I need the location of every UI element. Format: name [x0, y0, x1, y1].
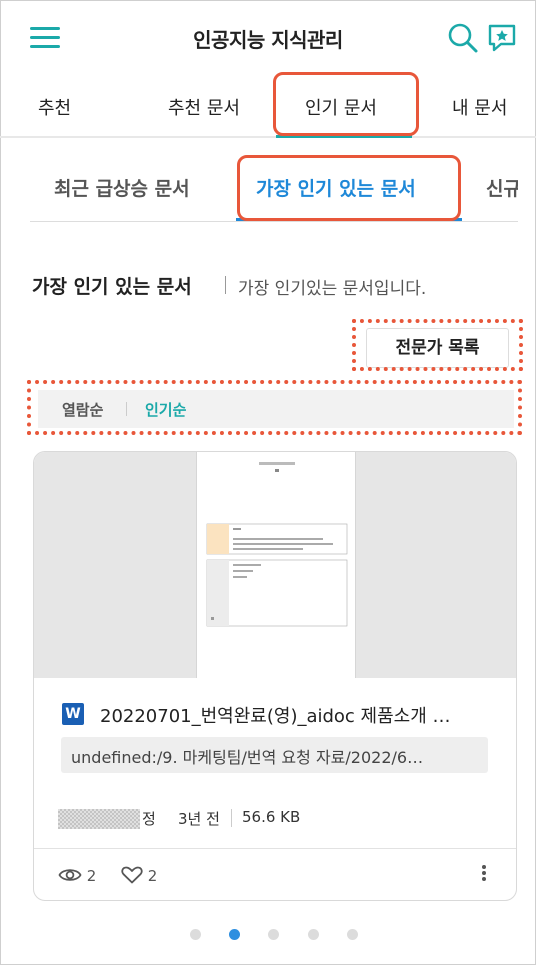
- page-dot-4[interactable]: [308, 929, 319, 940]
- section-description: 가장 인기있는 문서입니다.: [238, 279, 427, 299]
- document-page-preview: [196, 452, 356, 678]
- author-name-suffix: 정: [142, 810, 156, 828]
- search-icon[interactable]: [447, 22, 479, 54]
- page-dot-5[interactable]: [347, 929, 358, 940]
- tab-my-docs[interactable]: 내 문서: [452, 94, 507, 120]
- tab-recommended-docs[interactable]: 추천 문서: [168, 94, 240, 120]
- document-size: 56.6 KB: [242, 808, 301, 826]
- page-dot-1[interactable]: [190, 929, 201, 940]
- meta-divider: [231, 809, 232, 827]
- document-time: 3년 전: [178, 810, 220, 828]
- subtab-new-docs[interactable]: 신규: [486, 174, 518, 201]
- heart-icon: [121, 866, 143, 884]
- like-count-value: 2: [147, 867, 158, 885]
- highlight-most-popular-subtab: [237, 155, 461, 221]
- highlight-expert-button: [352, 319, 523, 371]
- more-options-icon[interactable]: [478, 863, 490, 887]
- app-header: 인공지능 지식관리: [0, 0, 536, 78]
- main-tab-bar: 추천 추천 문서 인기 문서 내 문서: [0, 80, 536, 138]
- eye-icon: [58, 869, 82, 881]
- page-dot-3[interactable]: [268, 929, 279, 940]
- document-title[interactable]: 20220701_번역완료(영)_aidoc 제품소개 …: [100, 702, 500, 728]
- view-count: 2: [58, 866, 96, 885]
- view-count-value: 2: [86, 867, 97, 885]
- highlight-popular-tab: [273, 72, 419, 136]
- subtab-rising-docs[interactable]: 최근 급상승 문서: [54, 174, 190, 201]
- tab-recommend[interactable]: 추천: [38, 94, 71, 120]
- card-footer: 2 2: [34, 848, 516, 900]
- document-card[interactable]: W 20220701_번역완료(영)_aidoc 제품소개 … undefine…: [33, 451, 517, 901]
- like-count[interactable]: 2: [121, 866, 157, 885]
- page-dot-2[interactable]: [229, 929, 240, 940]
- author-name-masked: [58, 809, 140, 829]
- highlight-sort-bar: [27, 380, 522, 435]
- document-thumbnail: [34, 452, 516, 678]
- word-file-icon: W: [62, 703, 84, 725]
- section-divider: [225, 276, 226, 294]
- document-path: undefined:/9. 마케팅팀/번역 요청 자료/2022/6…: [61, 737, 488, 773]
- section-title: 가장 인기 있는 문서: [32, 276, 192, 298]
- chat-star-icon[interactable]: [486, 22, 518, 54]
